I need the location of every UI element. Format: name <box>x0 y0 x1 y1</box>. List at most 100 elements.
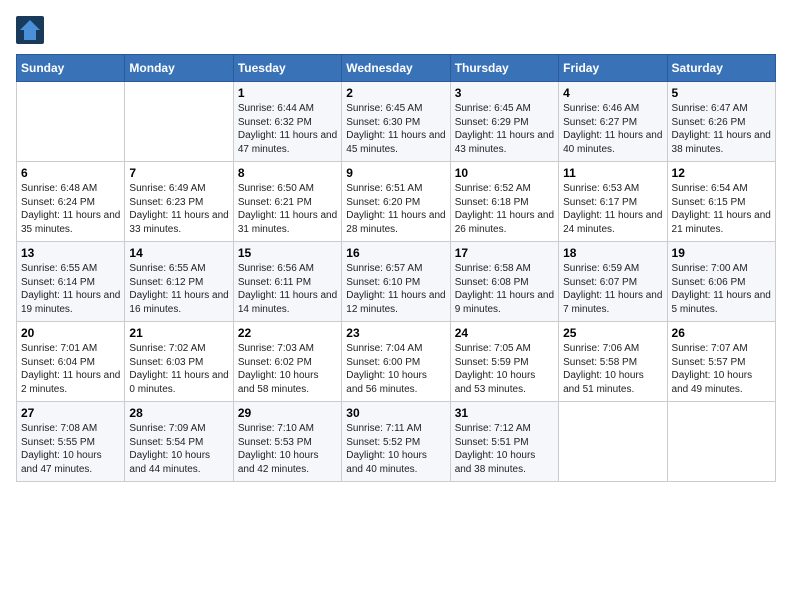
day-info: Sunrise: 6:44 AM Sunset: 6:32 PM Dayligh… <box>238 102 337 156</box>
header-cell-saturday: Saturday <box>667 55 775 82</box>
day-info: Sunrise: 6:47 AM Sunset: 6:26 PM Dayligh… <box>672 102 771 156</box>
calendar-header: SundayMondayTuesdayWednesdayThursdayFrid… <box>17 55 776 82</box>
day-number: 14 <box>129 246 228 260</box>
day-info: Sunrise: 7:01 AM Sunset: 6:04 PM Dayligh… <box>21 342 120 396</box>
day-number: 1 <box>238 86 337 100</box>
week-row: 1 Sunrise: 6:44 AM Sunset: 6:32 PM Daylig… <box>17 82 776 162</box>
calendar-cell: 4 Sunrise: 6:46 AM Sunset: 6:27 PM Daylig… <box>559 82 667 162</box>
day-info: Sunrise: 6:56 AM Sunset: 6:11 PM Dayligh… <box>238 262 337 316</box>
day-info: Sunrise: 6:45 AM Sunset: 6:29 PM Dayligh… <box>455 102 554 156</box>
day-number: 23 <box>346 326 445 340</box>
day-info: Sunrise: 7:07 AM Sunset: 5:57 PM Dayligh… <box>672 342 771 396</box>
day-number: 22 <box>238 326 337 340</box>
calendar-cell: 27 Sunrise: 7:08 AM Sunset: 5:55 PM Dayli… <box>17 402 125 482</box>
day-info: Sunrise: 6:49 AM Sunset: 6:23 PM Dayligh… <box>129 182 228 236</box>
calendar-cell <box>559 402 667 482</box>
calendar-cell: 8Sunrise: 6:50 AM Sunset: 6:21 PM Daylig… <box>233 162 341 242</box>
day-number: 18 <box>563 246 662 260</box>
day-number: 2 <box>346 86 445 100</box>
day-number: 8 <box>238 166 337 180</box>
logo-icon <box>16 16 44 44</box>
logo <box>16 16 48 44</box>
day-number: 19 <box>672 246 771 260</box>
calendar-cell: 24 Sunrise: 7:05 AM Sunset: 5:59 PM Dayli… <box>450 322 558 402</box>
day-info: Sunrise: 6:46 AM Sunset: 6:27 PM Dayligh… <box>563 102 662 156</box>
day-number: 10 <box>455 166 554 180</box>
calendar-cell: 20 Sunrise: 7:01 AM Sunset: 6:04 PM Dayli… <box>17 322 125 402</box>
day-number: 24 <box>455 326 554 340</box>
day-info: Sunrise: 7:02 AM Sunset: 6:03 PM Dayligh… <box>129 342 228 396</box>
day-number: 5 <box>672 86 771 100</box>
day-number: 16 <box>346 246 445 260</box>
header-cell-friday: Friday <box>559 55 667 82</box>
calendar-cell: 15Sunrise: 6:56 AM Sunset: 6:11 PM Dayli… <box>233 242 341 322</box>
day-info: Sunrise: 6:54 AM Sunset: 6:15 PM Dayligh… <box>672 182 771 236</box>
calendar-cell: 19 Sunrise: 7:00 AM Sunset: 6:06 PM Dayli… <box>667 242 775 322</box>
day-number: 31 <box>455 406 554 420</box>
calendar-cell: 28 Sunrise: 7:09 AM Sunset: 5:54 PM Dayli… <box>125 402 233 482</box>
calendar-table: SundayMondayTuesdayWednesdayThursdayFrid… <box>16 54 776 482</box>
calendar-cell: 29Sunrise: 7:10 AM Sunset: 5:53 PM Dayli… <box>233 402 341 482</box>
header-cell-tuesday: Tuesday <box>233 55 341 82</box>
header-cell-thursday: Thursday <box>450 55 558 82</box>
day-info: Sunrise: 7:12 AM Sunset: 5:51 PM Dayligh… <box>455 422 554 476</box>
calendar-cell: 2 Sunrise: 6:45 AM Sunset: 6:30 PM Daylig… <box>342 82 450 162</box>
day-number: 30 <box>346 406 445 420</box>
day-number: 17 <box>455 246 554 260</box>
week-row: 6 Sunrise: 6:48 AM Sunset: 6:24 PM Daylig… <box>17 162 776 242</box>
header-cell-sunday: Sunday <box>17 55 125 82</box>
calendar-cell: 22 Sunrise: 7:03 AM Sunset: 6:02 PM Dayli… <box>233 322 341 402</box>
day-number: 6 <box>21 166 120 180</box>
day-number: 28 <box>129 406 228 420</box>
calendar-cell: 6 Sunrise: 6:48 AM Sunset: 6:24 PM Daylig… <box>17 162 125 242</box>
calendar-cell <box>667 402 775 482</box>
calendar-cell: 14 Sunrise: 6:55 AM Sunset: 6:12 PM Dayli… <box>125 242 233 322</box>
calendar-cell: 25Sunrise: 7:06 AM Sunset: 5:58 PM Dayli… <box>559 322 667 402</box>
week-row: 13 Sunrise: 6:55 AM Sunset: 6:14 PM Dayli… <box>17 242 776 322</box>
day-number: 3 <box>455 86 554 100</box>
calendar-cell: 21Sunrise: 7:02 AM Sunset: 6:03 PM Dayli… <box>125 322 233 402</box>
calendar-body: 1 Sunrise: 6:44 AM Sunset: 6:32 PM Daylig… <box>17 82 776 482</box>
day-info: Sunrise: 7:00 AM Sunset: 6:06 PM Dayligh… <box>672 262 771 316</box>
calendar-cell: 9 Sunrise: 6:51 AM Sunset: 6:20 PM Daylig… <box>342 162 450 242</box>
day-info: Sunrise: 7:05 AM Sunset: 5:59 PM Dayligh… <box>455 342 554 396</box>
day-number: 12 <box>672 166 771 180</box>
day-info: Sunrise: 6:55 AM Sunset: 6:14 PM Dayligh… <box>21 262 120 316</box>
header-row: SundayMondayTuesdayWednesdayThursdayFrid… <box>17 55 776 82</box>
day-number: 13 <box>21 246 120 260</box>
week-row: 27 Sunrise: 7:08 AM Sunset: 5:55 PM Dayli… <box>17 402 776 482</box>
header-cell-monday: Monday <box>125 55 233 82</box>
calendar-cell: 12 Sunrise: 6:54 AM Sunset: 6:15 PM Dayli… <box>667 162 775 242</box>
calendar-cell: 7 Sunrise: 6:49 AM Sunset: 6:23 PM Daylig… <box>125 162 233 242</box>
day-number: 20 <box>21 326 120 340</box>
day-info: Sunrise: 7:09 AM Sunset: 5:54 PM Dayligh… <box>129 422 228 476</box>
day-number: 27 <box>21 406 120 420</box>
calendar-cell: 30 Sunrise: 7:11 AM Sunset: 5:52 PM Dayli… <box>342 402 450 482</box>
calendar-cell: 23 Sunrise: 7:04 AM Sunset: 6:00 PM Dayli… <box>342 322 450 402</box>
day-info: Sunrise: 6:48 AM Sunset: 6:24 PM Dayligh… <box>21 182 120 236</box>
week-row: 20 Sunrise: 7:01 AM Sunset: 6:04 PM Dayli… <box>17 322 776 402</box>
day-number: 29 <box>238 406 337 420</box>
day-number: 9 <box>346 166 445 180</box>
day-number: 4 <box>563 86 662 100</box>
day-info: Sunrise: 6:55 AM Sunset: 6:12 PM Dayligh… <box>129 262 228 316</box>
day-info: Sunrise: 7:03 AM Sunset: 6:02 PM Dayligh… <box>238 342 337 396</box>
calendar-cell: 17Sunrise: 6:58 AM Sunset: 6:08 PM Dayli… <box>450 242 558 322</box>
header-cell-wednesday: Wednesday <box>342 55 450 82</box>
calendar-cell: 16Sunrise: 6:57 AM Sunset: 6:10 PM Dayli… <box>342 242 450 322</box>
day-number: 11 <box>563 166 662 180</box>
day-info: Sunrise: 7:11 AM Sunset: 5:52 PM Dayligh… <box>346 422 445 476</box>
day-info: Sunrise: 7:04 AM Sunset: 6:00 PM Dayligh… <box>346 342 445 396</box>
day-info: Sunrise: 7:08 AM Sunset: 5:55 PM Dayligh… <box>21 422 120 476</box>
day-info: Sunrise: 7:06 AM Sunset: 5:58 PM Dayligh… <box>563 342 662 396</box>
calendar-cell: 26Sunrise: 7:07 AM Sunset: 5:57 PM Dayli… <box>667 322 775 402</box>
day-number: 7 <box>129 166 228 180</box>
calendar-cell: 5 Sunrise: 6:47 AM Sunset: 6:26 PM Daylig… <box>667 82 775 162</box>
day-info: Sunrise: 6:52 AM Sunset: 6:18 PM Dayligh… <box>455 182 554 236</box>
calendar-cell: 10 Sunrise: 6:52 AM Sunset: 6:18 PM Dayli… <box>450 162 558 242</box>
day-info: Sunrise: 6:51 AM Sunset: 6:20 PM Dayligh… <box>346 182 445 236</box>
calendar-cell: 1 Sunrise: 6:44 AM Sunset: 6:32 PM Daylig… <box>233 82 341 162</box>
day-info: Sunrise: 6:45 AM Sunset: 6:30 PM Dayligh… <box>346 102 445 156</box>
day-info: Sunrise: 6:53 AM Sunset: 6:17 PM Dayligh… <box>563 182 662 236</box>
calendar-cell <box>125 82 233 162</box>
